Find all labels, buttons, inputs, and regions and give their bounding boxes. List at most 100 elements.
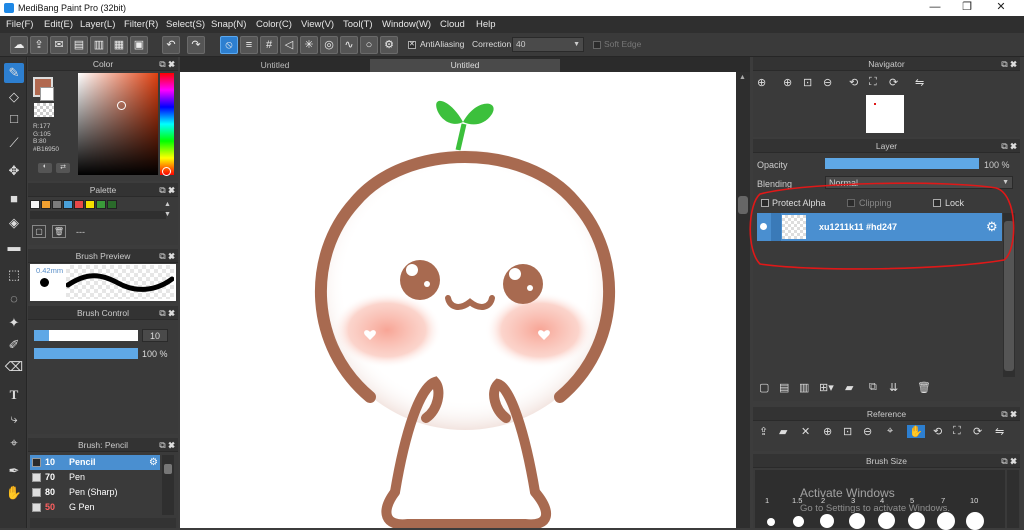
rotate-left-icon[interactable]: ⟲ <box>849 76 858 89</box>
palette-swatch[interactable] <box>41 200 51 209</box>
menu-help[interactable]: Help <box>476 19 496 30</box>
palette-swatch[interactable] <box>85 200 95 209</box>
comment-icon[interactable]: ✉ <box>50 36 68 54</box>
chevron-down-icon[interactable]: ▼ <box>164 211 171 218</box>
brush-size-slider[interactable] <box>34 330 138 341</box>
grid-icon[interactable]: ▦ <box>110 36 128 54</box>
parallel-snap-icon[interactable]: ≡ <box>240 36 258 54</box>
concentric-snap-icon[interactable]: ◎ <box>320 36 338 54</box>
saturation-value-picker[interactable] <box>78 73 158 175</box>
palette-swatch[interactable] <box>52 200 62 209</box>
drawing-canvas[interactable] <box>180 72 736 530</box>
new-halftone-layer-icon[interactable]: ▤ <box>779 381 789 394</box>
brush-list-scroll-thumb[interactable] <box>164 464 172 474</box>
correction-select[interactable]: 40 ▼ <box>512 37 584 52</box>
size-dot[interactable] <box>908 512 925 529</box>
gradient-tool-icon[interactable]: ▬ <box>4 237 24 257</box>
panel-controls-icon[interactable]: ⧉ ✖ <box>159 306 175 320</box>
delete-layer-icon[interactable]: 🗑 <box>917 381 931 394</box>
brush-list-item[interactable]: 70 Pen <box>30 470 160 485</box>
open-folder-icon[interactable]: ▰ <box>779 425 787 438</box>
gear-icon[interactable]: ⚙ <box>149 455 158 470</box>
upload-icon[interactable]: ⇪ <box>759 425 768 438</box>
add-layer-dropdown-icon[interactable]: ⊞▾ <box>819 381 834 394</box>
color-picker-cursor[interactable] <box>117 101 126 110</box>
panel-controls-icon[interactable]: ⧉ ✖ <box>1001 57 1017 71</box>
chat-icon[interactable]: ▤ <box>70 36 88 54</box>
menu-edit[interactable]: Edit(E) <box>44 19 73 30</box>
palette-swatch[interactable] <box>96 200 106 209</box>
brush-tool-icon[interactable]: ✎ <box>4 63 24 83</box>
snap-off-icon[interactable]: ⦸ <box>220 36 238 54</box>
menu-file[interactable]: File(F) <box>6 19 33 30</box>
menu-filter[interactable]: Filter(R) <box>124 19 158 30</box>
new-8bit-layer-icon[interactable]: ▥ <box>799 381 809 394</box>
eraser-tool-icon[interactable]: ◇ <box>4 87 24 107</box>
brush-list-item[interactable]: 10 Pencil ⚙ <box>30 455 160 470</box>
palette-swatch[interactable] <box>63 200 73 209</box>
radial-snap-icon[interactable]: ✳ <box>300 36 318 54</box>
panel-controls-icon[interactable]: ⧉ ✖ <box>159 57 175 71</box>
palette-swatch[interactable] <box>107 200 117 209</box>
tab-untitled-1[interactable]: Untitled <box>250 59 300 72</box>
menu-snap[interactable]: Snap(N) <box>211 19 246 30</box>
transparent-color-icon[interactable] <box>34 103 54 117</box>
menu-select[interactable]: Select(S) <box>166 19 205 30</box>
zoom-in-alt-icon[interactable]: ⊕ <box>783 76 792 89</box>
panel-controls-icon[interactable]: ⧉ ✖ <box>1001 139 1017 153</box>
zoom-in-icon[interactable]: ⊕ <box>823 425 832 438</box>
zoom-out-icon[interactable]: ⊖ <box>863 425 872 438</box>
fit-window-icon[interactable]: ⛶ <box>953 425 961 438</box>
panel-controls-icon[interactable]: ⧉ ✖ <box>1001 407 1017 421</box>
menu-cloud[interactable]: Cloud <box>440 19 465 30</box>
size-dot[interactable] <box>937 512 955 530</box>
size-dot[interactable] <box>849 513 865 529</box>
document-icon[interactable]: ▥ <box>90 36 108 54</box>
antialiasing-checkbox[interactable] <box>408 40 416 49</box>
menu-view[interactable]: View(V) <box>301 19 334 30</box>
move-tool-icon[interactable]: ✥ <box>4 161 24 181</box>
new-layer-icon[interactable]: ▢ <box>759 381 769 394</box>
select-tool-icon[interactable]: ⬚ <box>4 265 24 285</box>
rotate-right-icon[interactable]: ⟳ <box>973 425 982 438</box>
menu-window[interactable]: Window(W) <box>382 19 431 30</box>
close-button[interactable]: ✕ <box>984 0 1018 16</box>
frame-icon[interactable]: ▣ <box>130 36 148 54</box>
fill-rect-tool-icon[interactable]: ■ <box>4 189 24 209</box>
hue-cursor[interactable] <box>162 167 171 176</box>
merge-layer-icon[interactable]: ⇊ <box>889 381 898 394</box>
brush-opacity-slider[interactable] <box>34 348 138 359</box>
circle-snap-icon[interactable]: ○ <box>360 36 378 54</box>
chevron-up-icon[interactable]: ▲ <box>739 74 746 81</box>
operation-tool-icon[interactable]: ⤷ <box>4 409 24 429</box>
close-reference-icon[interactable]: ✕ <box>801 425 810 438</box>
brush-list-item[interactable]: 50 G Pen <box>30 500 160 515</box>
palette-swatch[interactable] <box>30 200 40 209</box>
navigator-thumbnail[interactable] <box>866 95 904 133</box>
size-dot[interactable] <box>820 514 834 528</box>
rotate-left-icon[interactable]: ⟲ <box>933 425 942 438</box>
brush-size-value[interactable]: 10 <box>142 329 168 342</box>
text-tool-icon[interactable]: T <box>4 385 24 405</box>
eyedropper-icon[interactable]: ⌖ <box>887 425 893 438</box>
minimize-button[interactable]: — <box>918 0 952 16</box>
hand-icon[interactable]: ✋ <box>907 425 925 438</box>
lasso-tool-icon[interactable]: ◌ <box>4 289 24 309</box>
maximize-button[interactable]: ❐ <box>950 0 984 16</box>
palette-swatch[interactable] <box>74 200 84 209</box>
flip-icon[interactable]: ⇋ <box>915 76 924 89</box>
chevron-up-icon[interactable]: ▲ <box>164 201 171 208</box>
tab-untitled-2[interactable]: Untitled <box>370 59 560 72</box>
brush-list-item[interactable]: 80 Pen (Sharp) <box>30 485 160 500</box>
size-dot[interactable] <box>878 512 895 529</box>
pen-tool-icon[interactable]: ✒ <box>4 461 24 481</box>
rotate-right-icon[interactable]: ⟳ <box>889 76 898 89</box>
cross-snap-icon[interactable]: # <box>260 36 278 54</box>
brush-size-scrollbar[interactable] <box>1007 470 1019 528</box>
select-pen-icon[interactable]: ✐ <box>4 335 24 355</box>
panel-controls-icon[interactable]: ⧉ ✖ <box>159 183 175 197</box>
soft-edge-checkbox[interactable] <box>593 41 601 49</box>
vanishing-snap-icon[interactable]: ◁ <box>280 36 298 54</box>
magic-wand-icon[interactable]: ✦ <box>4 313 24 333</box>
fit-icon[interactable]: ⊡ <box>803 76 812 89</box>
